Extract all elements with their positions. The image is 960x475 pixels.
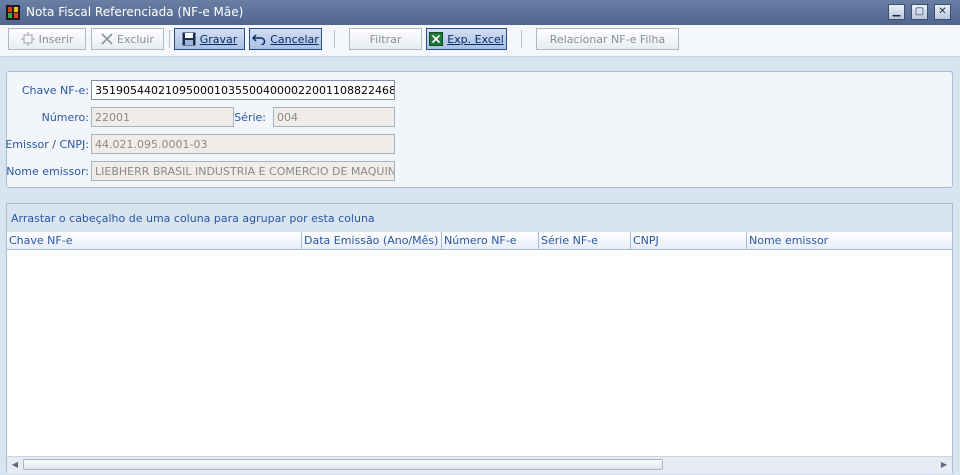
scrollbar-thumb[interactable]	[23, 459, 663, 470]
column-header-cnpj[interactable]: CNPJ	[631, 232, 747, 249]
cancelar-label: Cancelar	[270, 32, 319, 46]
delete-x-icon	[101, 33, 113, 45]
numero-input[interactable]: 22001	[91, 107, 234, 127]
exp-excel-label: Exp. Excel	[447, 32, 504, 46]
group-hint-text: Arrastar o cabeçalho de uma coluna para …	[11, 212, 375, 225]
inserir-label: Inserir	[38, 32, 74, 46]
filtrar-label: Filtrar	[369, 32, 402, 46]
scroll-right-icon[interactable]: ▶	[938, 459, 950, 471]
toolbar-separator	[334, 30, 335, 48]
emissor-input[interactable]: 44.021.095.0001-03	[91, 134, 395, 154]
cancelar-button[interactable]: Cancelar	[249, 28, 322, 50]
numero-label: Número:	[41, 111, 89, 124]
relacionar-button[interactable]: Relacionar NF-e Filha	[536, 28, 679, 50]
column-header-nome-emissor[interactable]: Nome emissor	[747, 232, 952, 249]
undo-arrow-icon	[252, 34, 266, 45]
toolbar-separator	[521, 30, 522, 48]
serie-input[interactable]: 004	[273, 107, 395, 127]
column-header-data-emissao[interactable]: Data Emissão (Ano/Mês)	[302, 232, 442, 249]
column-header-numero[interactable]: Número NF-e	[442, 232, 539, 249]
gravar-button[interactable]: Gravar	[174, 28, 245, 50]
save-disk-icon	[182, 32, 196, 46]
serie-label: Série:	[234, 111, 266, 124]
toolbar: Inserir Excluir Gravar Cancelar Filtrar …	[0, 25, 960, 57]
maximize-icon[interactable]: ▢	[911, 4, 928, 20]
chave-input[interactable]: 3519054402109500010355004000022001108822…	[91, 80, 395, 100]
window-title: Nota Fiscal Referenciada (NF-e Mãe)	[26, 5, 244, 19]
insert-icon	[20, 32, 35, 46]
chave-label: Chave NF-e:	[21, 84, 89, 97]
excluir-label: Excluir	[117, 32, 154, 46]
emissor-label: Emissor / CNPJ:	[5, 138, 89, 151]
horizontal-scrollbar[interactable]: ◀ ▶	[7, 456, 952, 473]
column-header-serie[interactable]: Série NF-e	[539, 232, 631, 249]
column-header-chave[interactable]: Chave NF-e	[7, 232, 302, 249]
nome-label: Nome emissor:	[6, 165, 89, 178]
nome-input[interactable]: LIEBHERR BRASIL INDUSTRIA E COMERCIO DE …	[91, 161, 395, 181]
minimize-icon[interactable]: ▁	[888, 4, 905, 20]
form-panel: Chave NF-e: 3519054402109500010355004000…	[5, 71, 953, 188]
column-header-row: Chave NF-e Data Emissão (Ano/Mês) Número…	[7, 232, 952, 250]
excluir-button[interactable]: Excluir	[91, 28, 164, 50]
filtrar-button[interactable]: Filtrar	[349, 28, 422, 50]
data-grid: Arrastar o cabeçalho de uma coluna para …	[6, 203, 953, 473]
inserir-button[interactable]: Inserir	[8, 28, 86, 50]
title-bar: Nota Fiscal Referenciada (NF-e Mãe) ▁ ▢ …	[0, 0, 960, 25]
app-icon	[6, 5, 20, 20]
relacionar-label: Relacionar NF-e Filha	[549, 32, 666, 46]
scroll-left-icon[interactable]: ◀	[9, 459, 21, 471]
excel-icon	[429, 32, 444, 46]
gravar-label: Gravar	[199, 32, 238, 46]
exp-excel-button[interactable]: Exp. Excel	[426, 28, 507, 50]
group-by-area[interactable]: Arrastar o cabeçalho de uma coluna para …	[7, 204, 952, 232]
close-icon[interactable]: ✕	[934, 4, 951, 20]
toolbar-separator	[169, 30, 170, 48]
